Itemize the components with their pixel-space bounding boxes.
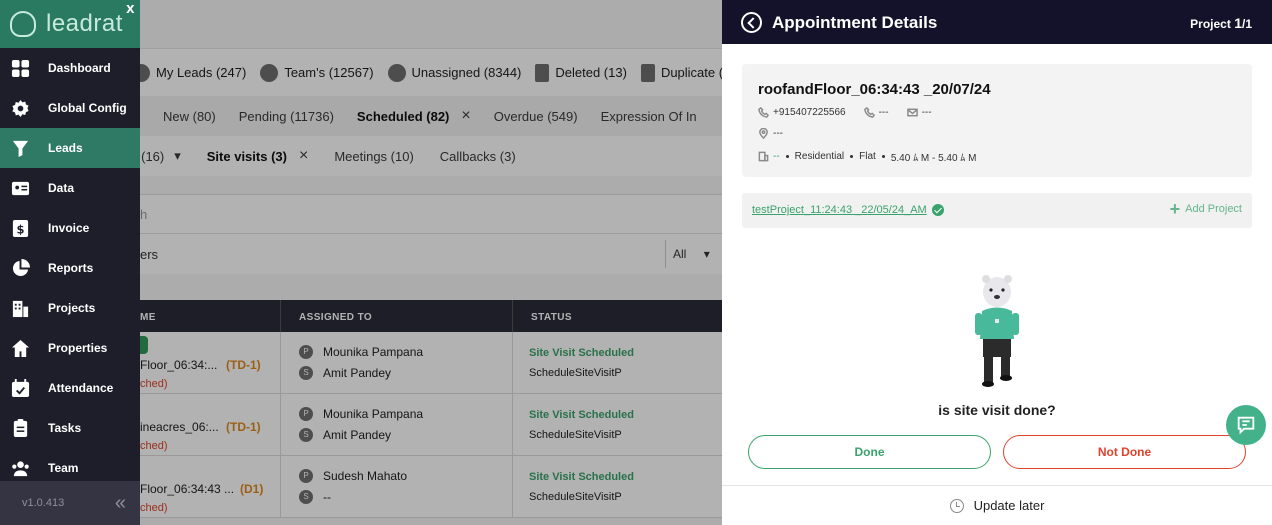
lead-contact-row: +915407225566 --- --- (758, 106, 932, 118)
team-icon (10, 458, 30, 478)
mail-icon (906, 107, 918, 118)
not-done-button[interactable]: Not Done (1003, 435, 1246, 469)
check-circle-icon (931, 204, 944, 216)
sidebar-item-invoice[interactable]: $ Invoice (0, 208, 140, 248)
building-icon (10, 298, 30, 318)
sidebar-item-properties[interactable]: Properties (0, 328, 140, 368)
sidebar-item-data[interactable]: Data (0, 168, 140, 208)
sidebar-item-reports[interactable]: Reports (0, 248, 140, 288)
lead-alt-phone: --- (878, 107, 889, 118)
site-visit-question: is site visit done? (938, 402, 1056, 418)
add-project-button[interactable]: + Add Project (1169, 199, 1242, 219)
update-later-button[interactable]: Update later (722, 485, 1272, 525)
done-button[interactable]: Done (748, 435, 991, 469)
phone-icon (758, 106, 770, 118)
drawer-title: Appointment Details (772, 13, 938, 32)
lead-location-row: --- (758, 127, 783, 140)
location-icon (758, 127, 769, 140)
appointment-details-drawer: Appointment Details Project 1/1 roofandF… (722, 0, 1272, 525)
lead-property-row: -- Residential Flat 5.40 ﾑ M - 5.40 ﾑ M (758, 149, 976, 164)
sidebar-nav: Dashboard Global Config Leads Data $ Inv… (0, 48, 140, 488)
grid-icon (10, 58, 30, 78)
collapse-sidebar-icon[interactable]: « (115, 492, 126, 515)
drawer-header: Appointment Details Project 1/1 (722, 0, 1272, 44)
lead-email: --- (921, 107, 932, 118)
brand-name: leadrat (46, 10, 123, 37)
mascot-illustration (975, 275, 1019, 387)
clipboard-icon (10, 418, 30, 438)
lead-phone: +915407225566 (773, 107, 846, 118)
sidebar-item-global-config[interactable]: Global Config (0, 88, 140, 128)
leadrat-logo-icon (10, 11, 36, 37)
lead-name: roofandFloor_06:34:43 _20/07/24 (758, 81, 991, 98)
sidebar-item-leads[interactable]: Leads (0, 128, 140, 168)
lead-budget: -- (773, 151, 780, 162)
sidebar: leadrat x Dashboard Global Config Leads … (0, 0, 140, 525)
sidebar-footer: v1.0.413 « (0, 481, 140, 525)
funnel-icon (10, 138, 30, 158)
building-icon (758, 151, 769, 162)
project-bar: testProject_11:24:43 _22/05/24_AM + Add P… (742, 193, 1252, 228)
svg-text:$: $ (16, 222, 24, 236)
phone-icon (863, 106, 875, 118)
dollar-icon: $ (10, 218, 30, 238)
back-icon[interactable] (741, 12, 762, 33)
house-icon (10, 338, 30, 358)
lead-card: roofandFloor_06:34:43 _20/07/24 +9154072… (742, 64, 1252, 177)
close-icon[interactable]: x (126, 0, 135, 17)
pie-chart-icon (10, 258, 30, 278)
lead-location: --- (773, 128, 783, 139)
sidebar-item-tasks[interactable]: Tasks (0, 408, 140, 448)
sidebar-item-attendance[interactable]: Attendance (0, 368, 140, 408)
version-label: v1.0.413 (22, 497, 65, 509)
project-counter: Project 1/1 (1190, 15, 1252, 31)
clock-icon (949, 498, 964, 513)
project-link[interactable]: testProject_11:24:43 _22/05/24_AM (752, 204, 944, 216)
calendar-icon (10, 378, 30, 398)
lead-sub-type: Flat (859, 151, 876, 162)
chat-support-button[interactable] (1226, 405, 1266, 445)
id-card-icon (10, 178, 30, 198)
chat-icon (1237, 416, 1255, 435)
lead-size: 5.40 ﾑ M - 5.40 ﾑ M (890, 153, 977, 164)
sidebar-item-projects[interactable]: Projects (0, 288, 140, 328)
plus-icon: + (1169, 199, 1181, 219)
lead-property-type: Residential (794, 151, 845, 162)
brand: leadrat x (0, 0, 140, 48)
sidebar-item-dashboard[interactable]: Dashboard (0, 48, 140, 88)
gear-icon (10, 98, 30, 118)
